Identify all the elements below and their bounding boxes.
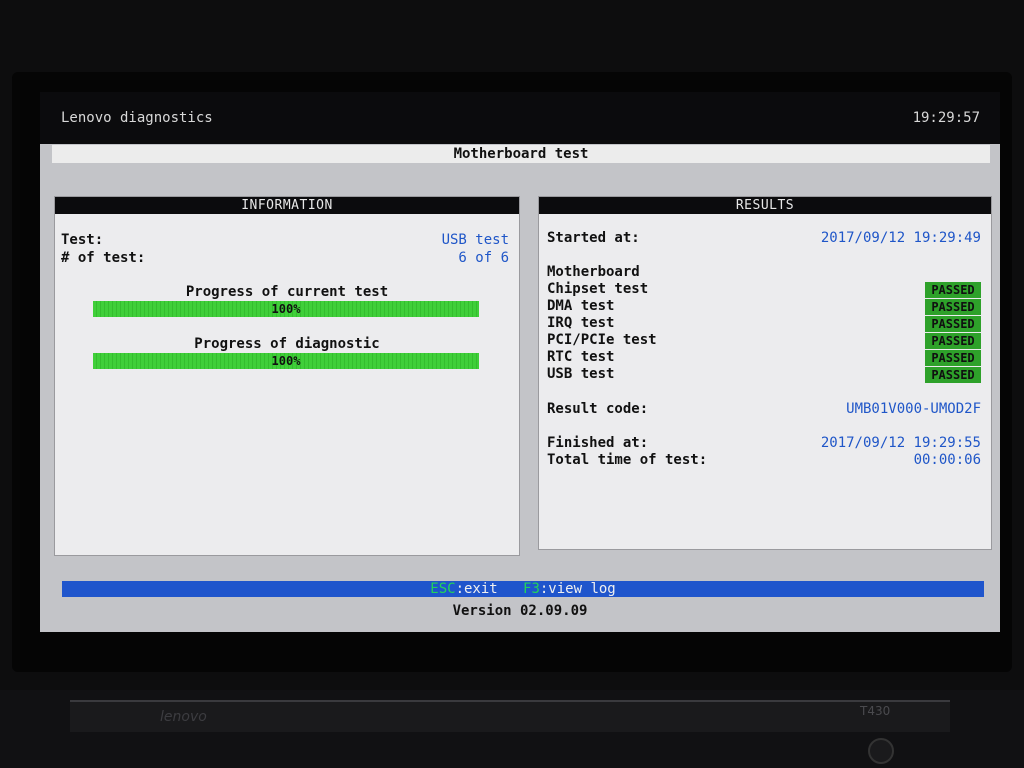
status-badge: PASSED: [925, 350, 981, 366]
test-label: Test:: [61, 232, 104, 248]
app-title: Lenovo diagnostics: [61, 110, 213, 126]
information-panel-title: INFORMATION: [55, 197, 519, 214]
test-count-label: # of test:: [61, 250, 146, 266]
started-label: Started at:: [547, 230, 640, 246]
result-code-label: Result code:: [547, 401, 649, 417]
result-test-name: PCI/PCIe test: [547, 332, 657, 348]
key-hint-bar: ESC:exit F3:view log: [62, 581, 984, 597]
status-badge: PASSED: [925, 316, 981, 332]
started-value: 2017/09/12 19:29:49: [820, 230, 981, 246]
status-badge: PASSED: [925, 333, 981, 349]
information-panel: INFORMATION Test: USB test # of test: 6 …: [54, 196, 520, 556]
current-test-progress-text: 100%: [271, 302, 301, 316]
total-time-value: 00:00:06: [913, 452, 981, 468]
status-badge: PASSED: [925, 299, 981, 315]
clock: 19:29:57: [912, 110, 980, 126]
esc-action: :exit: [455, 581, 498, 597]
diagnostic-progress-text: 100%: [271, 354, 301, 368]
current-test-progress-label: Progress of current test: [185, 284, 389, 300]
power-button-icon[interactable]: [868, 738, 894, 764]
diagnostic-progress-bar: 100%: [93, 353, 479, 369]
f3-key: F3: [523, 581, 540, 597]
view-log-button[interactable]: F3:view log: [523, 581, 616, 597]
results-panel-title: RESULTS: [539, 197, 991, 214]
test-value: USB test: [441, 232, 509, 248]
model-badge: T430: [860, 704, 891, 718]
f3-action: :view log: [539, 581, 616, 597]
laptop-frame: Lenovo diagnostics 19:29:57 Motherboard …: [0, 0, 1024, 768]
diagnostics-screen: Lenovo diagnostics 19:29:57 Motherboard …: [40, 92, 1000, 632]
results-panel: RESULTS Started at: 2017/09/12 19:29:49 …: [538, 196, 992, 550]
finished-label: Finished at:: [547, 435, 649, 451]
diagnostic-progress-label: Progress of diagnostic: [194, 336, 380, 352]
test-count-value: 6 of 6: [458, 250, 509, 266]
result-test-name: IRQ test: [547, 315, 615, 331]
result-test-name: DMA test: [547, 298, 615, 314]
test-title: Motherboard test: [52, 145, 990, 163]
result-code-value: UMB01V000-UMOD2F: [846, 401, 981, 417]
top-bar: Lenovo diagnostics 19:29:57: [40, 92, 1000, 144]
status-badge: PASSED: [925, 282, 981, 298]
current-test-progress-bar: 100%: [93, 301, 479, 317]
esc-exit-button[interactable]: ESC:exit: [430, 581, 497, 597]
version-label: Version 02.09.09: [452, 603, 588, 619]
status-badge: PASSED: [925, 367, 981, 383]
result-test-name: USB test: [547, 366, 615, 382]
finished-value: 2017/09/12 19:29:55: [820, 435, 981, 451]
esc-key: ESC: [430, 581, 456, 597]
result-test-name: Chipset test: [547, 281, 649, 297]
result-test-name: RTC test: [547, 349, 615, 365]
brand-logo: lenovo: [160, 709, 207, 725]
total-time-label: Total time of test:: [547, 452, 708, 468]
test-group-label: Motherboard: [547, 264, 640, 280]
